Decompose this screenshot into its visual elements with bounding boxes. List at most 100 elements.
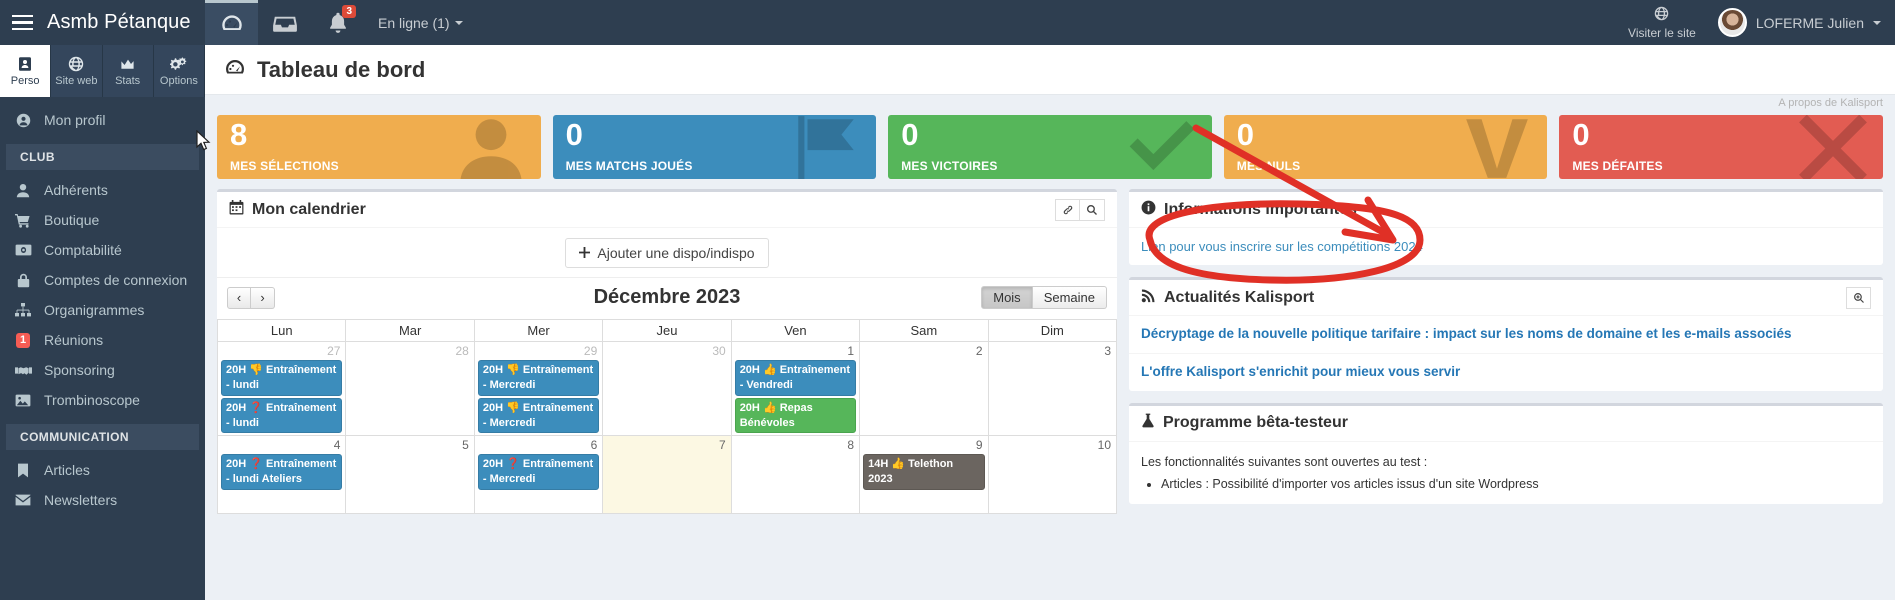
- sidebar-item-label: Mon profil: [44, 112, 106, 128]
- dashboard-tab[interactable]: [205, 0, 258, 45]
- calendar-month-nav: ‹ ›: [227, 286, 275, 309]
- visit-site-label: Visiter le site: [1628, 25, 1696, 40]
- add-dispo-label: Ajouter une dispo/indispo: [597, 245, 755, 261]
- sidebar-tab-label: Site web: [55, 74, 98, 87]
- day-number: 8: [847, 438, 855, 453]
- sidebar-item-mon-profil[interactable]: Mon profil: [0, 105, 205, 135]
- sidebar-tab-options[interactable]: Options: [153, 45, 205, 97]
- search-plus-icon[interactable]: [1846, 286, 1871, 309]
- day-number: 10: [1097, 438, 1111, 453]
- flag-shape-icon: [786, 115, 866, 179]
- stat-card-nuls[interactable]: 0 MES NULS: [1223, 115, 1548, 179]
- calendar-event[interactable]: 20H ❓ Entraînement - lundi: [221, 397, 343, 434]
- calendar-day-cell-today[interactable]: 7: [602, 435, 732, 515]
- news-item[interactable]: L'offre Kalisport s'enrichit pour mieux …: [1129, 352, 1883, 391]
- calendar-day-header: Dim: [987, 319, 1118, 342]
- sidebar-tab-perso[interactable]: Perso: [0, 45, 52, 97]
- sidebar-item-label: Adhérents: [44, 182, 108, 198]
- notifications-tab[interactable]: 3: [311, 0, 364, 45]
- news-panel-tools: [1846, 286, 1871, 309]
- user-name-label: LOFERME Julien: [1755, 14, 1864, 31]
- sidebar-item-comptabilite[interactable]: Comptabilité: [0, 235, 205, 265]
- day-number: 4: [333, 438, 341, 453]
- calendar-view-mois[interactable]: Mois: [981, 286, 1033, 309]
- envelope-icon: [14, 494, 32, 506]
- calendar-event[interactable]: 20H ❓ Entraînement - lundi Ateliers: [221, 454, 343, 491]
- sidebar-item-sponsoring[interactable]: Sponsoring: [0, 355, 205, 385]
- stat-card-victoires[interactable]: 0 MES VICTOIRES: [888, 115, 1212, 179]
- calendar-day-cell[interactable]: 28: [345, 340, 475, 437]
- sidebar-item-boutique[interactable]: Boutique: [0, 205, 205, 235]
- calendar-view-semaine[interactable]: Semaine: [1032, 286, 1107, 309]
- online-users-dropdown[interactable]: En ligne (1): [364, 0, 477, 45]
- sidebar-item-comptes-de-connexion[interactable]: Comptes de connexion: [0, 265, 205, 295]
- calendar-day-cell[interactable]: 6 20H ❓ Entraînement - Mercredi: [473, 435, 604, 515]
- user-menu[interactable]: LOFERME Julien: [1712, 0, 1895, 45]
- sidebar-section-communication: COMMUNICATION: [6, 424, 199, 450]
- day-number: 6: [590, 438, 598, 453]
- beta-panel-header: Programme bêta-testeur: [1129, 406, 1883, 442]
- chevron-right-icon[interactable]: ›: [251, 286, 275, 309]
- day-number: 9: [975, 438, 983, 453]
- calendar-event[interactable]: 14H 👍 Telethon 2023: [863, 454, 985, 491]
- sidebar-item-organigrammes[interactable]: Organigrammes: [0, 295, 205, 325]
- day-number: 5: [462, 438, 469, 453]
- calendar-day-cell[interactable]: 8: [730, 435, 861, 515]
- thumbs-up-icon: 👍: [762, 401, 777, 414]
- gears-icon: [170, 56, 187, 72]
- calendar-view-switch: Mois Semaine: [981, 286, 1107, 309]
- inbox-tab[interactable]: [258, 0, 311, 45]
- event-time: 20H: [226, 401, 247, 414]
- beta-panel: Programme bêta-testeur Les fonctionnalit…: [1129, 402, 1883, 504]
- calendar-event[interactable]: 20H 👎 Entraînement - Mercredi: [477, 360, 600, 396]
- calendar-event[interactable]: 20H ❓ Entraînement - Mercredi: [477, 454, 600, 491]
- hamburger-icon[interactable]: [12, 14, 33, 31]
- sidebar-item-newsletters[interactable]: Newsletters: [0, 485, 205, 515]
- stat-card-selections[interactable]: 8 MES SÉLECTIONS: [217, 115, 541, 179]
- news-item[interactable]: Décryptage de la nouvelle politique tari…: [1129, 316, 1883, 353]
- sidebar-item-trombinoscope[interactable]: Trombinoscope: [0, 385, 205, 415]
- reunions-badge: 1: [15, 332, 31, 348]
- calendar-day-cell[interactable]: 1 20H 👍 Entraînement - Vendredi 20H 👍 Re…: [730, 340, 861, 437]
- stat-label: MES NULS: [1236, 159, 1301, 173]
- calendar-event[interactable]: 20H 👎 Entraînement - Mercredi: [477, 397, 600, 434]
- equals-shape-icon: [1457, 115, 1537, 179]
- top-right-area: Visiter le site LOFERME Julien: [1612, 0, 1895, 45]
- calendar-day-cell[interactable]: 3: [987, 340, 1118, 437]
- calendar-event[interactable]: 20H 👍 Repas Bénévoles: [734, 397, 857, 434]
- stat-card-defaites[interactable]: 0 MES DÉFAITES: [1559, 115, 1883, 179]
- calendar-event[interactable]: 20H 👎 Entraînement - lundi: [221, 360, 343, 396]
- add-dispo-button[interactable]: Ajouter une dispo/indispo: [565, 238, 769, 268]
- chevron-left-icon[interactable]: ‹: [227, 286, 251, 309]
- link-icon[interactable]: [1055, 198, 1080, 221]
- sidebar-item-reunions[interactable]: 1 Réunions: [0, 325, 205, 355]
- calendar-day-cell[interactable]: 5: [345, 435, 475, 515]
- calendar-day-cell[interactable]: 9 14H 👍 Telethon 2023: [859, 435, 989, 515]
- question-icon: ❓: [249, 458, 263, 471]
- day-number: 3: [1104, 344, 1111, 358]
- sidebar-tab-stats[interactable]: Stats: [102, 45, 154, 97]
- sidebar-item-adherents[interactable]: Adhérents: [0, 175, 205, 205]
- stat-label: MES MATCHS JOUÉS: [565, 159, 693, 173]
- stat-cards: 8 MES SÉLECTIONS 0 MES MATCHS JOUÉS 0 ME…: [205, 111, 1895, 179]
- stat-card-matchs-joues[interactable]: 0 MES MATCHS JOUÉS: [552, 115, 877, 179]
- sidebar-menu: Mon profil CLUB Adhérents Boutique Compt…: [0, 97, 205, 515]
- sidebar-item-articles[interactable]: Articles: [0, 455, 205, 485]
- calendar-day-cell[interactable]: 30: [602, 340, 732, 437]
- beta-panel-title: Programme bêta-testeur: [1163, 414, 1348, 432]
- calendar-day-cell[interactable]: 27 20H 👎 Entraînement - lundi 20H ❓ Entr…: [216, 340, 347, 437]
- avatar: [1717, 8, 1747, 37]
- calendar-day-cell[interactable]: 4 20H ❓ Entraînement - lundi Ateliers: [216, 435, 347, 515]
- sidebar-tab-site-web[interactable]: Site web: [51, 45, 103, 97]
- calendar-day-cell[interactable]: 2: [859, 340, 989, 437]
- competition-registration-link[interactable]: Lien pour vous inscrire sur les compétit…: [1141, 239, 1423, 254]
- sitemap-icon: [14, 303, 32, 317]
- top-nav-icons: 3: [205, 0, 364, 45]
- search-icon[interactable]: [1080, 198, 1105, 221]
- calendar-day-cell[interactable]: 29 20H 👎 Entraînement - Mercredi 20H 👎 E…: [473, 340, 604, 437]
- thumbs-up-icon: 👍: [891, 458, 906, 471]
- calendar-day-cell[interactable]: 10: [987, 435, 1118, 515]
- visit-site-button[interactable]: Visiter le site: [1612, 0, 1712, 45]
- calendar-event[interactable]: 20H 👍 Entraînement - Vendredi: [734, 360, 857, 396]
- day-number: 29: [583, 344, 598, 358]
